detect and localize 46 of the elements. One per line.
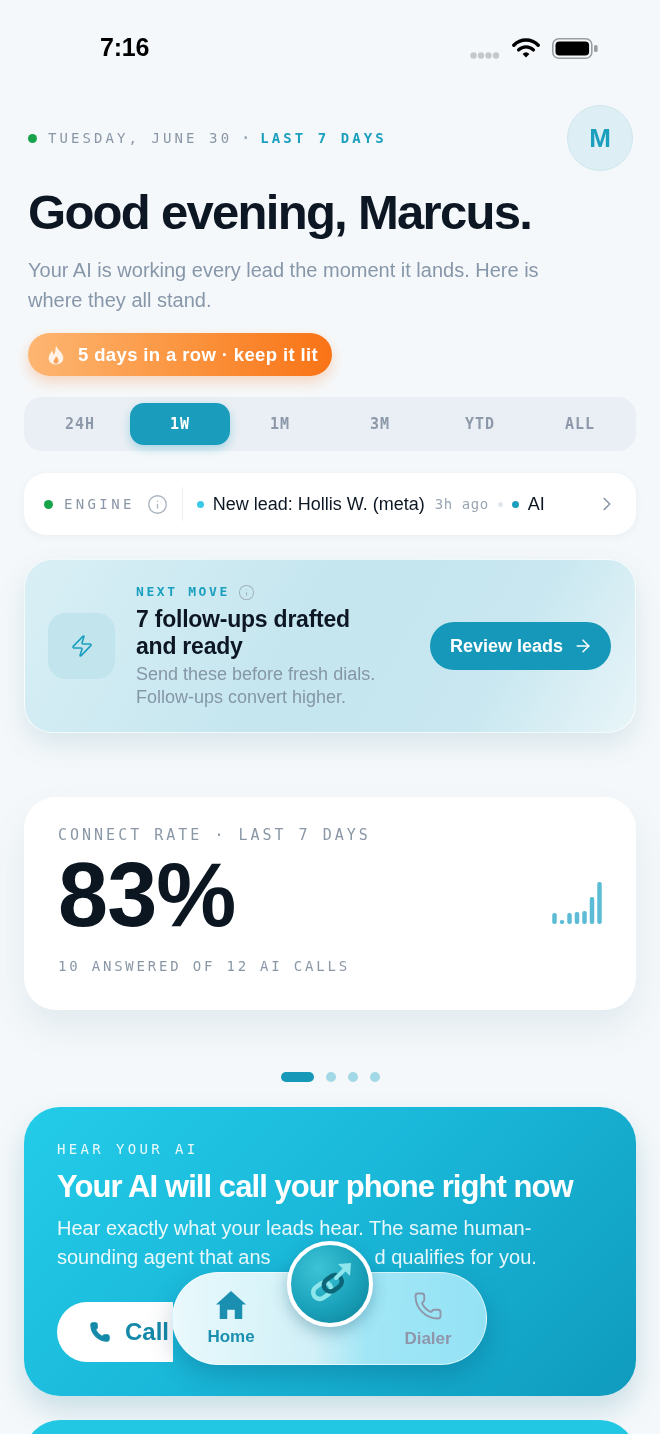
greeting-title: Good evening, Marcus. (28, 185, 532, 239)
battery-icon (552, 37, 598, 59)
wifi-icon (512, 38, 540, 58)
review-leads-button[interactable]: Review leads (429, 622, 611, 670)
range-tab[interactable]: 3M (330, 403, 430, 445)
connect-rate-label: CONNECT RATE · LAST 7 DAYS (58, 826, 371, 844)
range-tab[interactable]: 1M (230, 403, 330, 445)
next-move-title: 7 follow-ups drafted and ready (136, 606, 351, 660)
connect-rate-caption: 10 ANSWERED OF 12 AI CALLS (58, 957, 350, 975)
hear-ai-eyebrow: HEAR YOUR AI (57, 1140, 199, 1158)
next-move-eyebrow: NEXT MOVE (136, 583, 230, 602)
signal-dots-icon (470, 51, 500, 59)
hear-ai-title: Your AI will call your phone right now (57, 1169, 573, 1205)
home-icon (216, 1291, 246, 1319)
phone-icon (413, 1291, 443, 1321)
greeting-subtitle: Your AI is working every lead the moment it lands. Here is where they all stand. (28, 258, 540, 313)
connect-rate-value: 83% (58, 850, 236, 940)
range-tab[interactable]: 24H (30, 403, 130, 445)
nav-tab[interactable]: Dialer (388, 1273, 468, 1349)
next-move-description: Send these before fresh dials. Follow-ups convert higher. (136, 663, 377, 709)
range-label: LAST 7 DAYS (260, 128, 387, 148)
engine-ticker[interactable]: ENGINE New lead: Hollis W. (meta) 3h ago AI (24, 473, 636, 535)
event-text: New lead: Hollis W. (meta) (212, 492, 425, 516)
center-action-button[interactable] (287, 1241, 373, 1327)
date-label: TUESDAY, JUNE 30 (48, 128, 233, 148)
status-time: 7:16 (100, 32, 150, 64)
card-description: Hear exactly what your leads hear. The same human- (57, 1217, 532, 1240)
engine-label: ENGINE (64, 494, 135, 514)
card-description: sounding agent that ans (57, 1246, 271, 1269)
sparkline-drawing (552, 882, 602, 924)
avatar-button[interactable]: M (567, 105, 633, 171)
event-text: AI (527, 492, 545, 516)
flame-icon (48, 344, 64, 365)
card-description: d qualifies for you. (374, 1246, 537, 1269)
range-tab[interactable]: ALL (530, 403, 630, 445)
lightning-icon (48, 613, 115, 679)
info-icon[interactable] (237, 583, 255, 601)
info-icon[interactable] (146, 493, 168, 515)
call-button[interactable]: Call (57, 1302, 173, 1362)
streak-label: 5 days in a row · keep it lit (78, 342, 318, 367)
event-time: 3h ago (434, 494, 489, 514)
range-tab[interactable]: 1W (130, 403, 230, 445)
separator: · (243, 126, 250, 150)
nav-tab[interactable]: Home (191, 1273, 271, 1347)
phone-icon (89, 1321, 111, 1343)
range-tab[interactable]: YTD (430, 403, 530, 445)
